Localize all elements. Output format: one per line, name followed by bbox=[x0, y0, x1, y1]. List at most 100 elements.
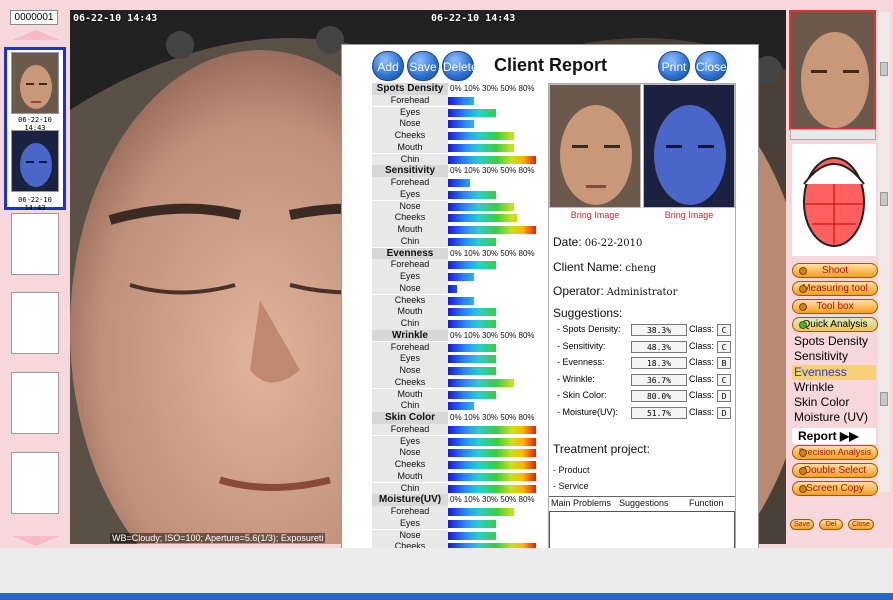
mini-close-button[interactable]: Close bbox=[848, 519, 874, 530]
metric-level-bar bbox=[448, 508, 514, 516]
print-button[interactable]: Print bbox=[658, 51, 690, 81]
metric-region-row: Forehead bbox=[372, 259, 548, 271]
mini-delete-button[interactable]: Del bbox=[819, 519, 843, 530]
metric-region-row: Forehead bbox=[372, 506, 548, 518]
precision-analysis-button[interactable]: Precision Analysis bbox=[792, 445, 878, 460]
image-counter: 0000001 bbox=[10, 10, 58, 25]
metric-level-bar bbox=[448, 519, 496, 528]
metric-region-label: Nose bbox=[372, 529, 448, 542]
suggestion-value-field[interactable]: 38.3% bbox=[631, 324, 687, 336]
selected-thumbnail-group[interactable]: 06-22-10 14:43 06-22-10 14:43 bbox=[4, 47, 66, 212]
screen-copy-button[interactable]: Screen Copy bbox=[792, 481, 878, 496]
measuring-tool-button[interactable]: Measuring tool bbox=[792, 281, 878, 296]
metric-item-evenness[interactable]: Evenness bbox=[792, 365, 876, 380]
delete-button[interactable]: Delete bbox=[442, 51, 478, 81]
metric-region-label: Nose bbox=[372, 282, 448, 295]
thumbnail-normal-photo[interactable] bbox=[11, 52, 59, 114]
save-button[interactable]: Save bbox=[407, 51, 439, 81]
preview-scrollbar[interactable] bbox=[790, 129, 876, 140]
empty-thumbnail-slot[interactable] bbox=[11, 213, 59, 275]
skin-analyzer-window: 0000001 06-22-10 14:43 06-22-10 14:43 06… bbox=[0, 0, 893, 600]
suggestion-label: - Moisture(UV): bbox=[557, 406, 619, 417]
metric-scale-label: 0% 10% 30% 50% 80% bbox=[450, 330, 535, 340]
metric-region-label: Cheeks bbox=[372, 376, 448, 389]
metric-region-label: Nose bbox=[372, 118, 448, 130]
scroll-up-arrow-icon[interactable] bbox=[12, 30, 60, 40]
metric-level-bar bbox=[448, 355, 496, 364]
class-value-field[interactable]: C bbox=[717, 340, 731, 353]
dot-icon bbox=[799, 485, 807, 493]
metric-level-bar bbox=[448, 96, 474, 105]
metric-region-label: Eyes bbox=[372, 271, 448, 283]
metric-level-bar bbox=[448, 449, 536, 458]
treatment-heading: Treatment project: bbox=[553, 442, 650, 456]
scroll-thumb[interactable] bbox=[880, 392, 888, 406]
right-scrollbar[interactable] bbox=[878, 12, 890, 492]
metric-item-spots-density[interactable]: Spots Density bbox=[792, 334, 876, 349]
metric-category-header: Wrinkle 0% 10% 30% 50% 80% bbox=[372, 329, 548, 342]
preview-snapshot[interactable] bbox=[789, 10, 876, 130]
metric-level-bar bbox=[448, 190, 496, 199]
metric-item-skin-color[interactable]: Skin Color bbox=[792, 395, 876, 410]
bring-image-right-link[interactable]: Bring Image bbox=[643, 210, 735, 220]
bring-image-left-link[interactable]: Bring Image bbox=[549, 210, 641, 220]
metric-region-row: Nose bbox=[372, 282, 548, 295]
metric-item-wrinkle[interactable]: Wrinkle bbox=[792, 380, 876, 395]
metric-region-label: Mouth bbox=[372, 388, 448, 401]
metric-region-row: Eyes bbox=[372, 188, 548, 201]
metric-region-label: Chin bbox=[372, 482, 448, 495]
metric-level-bar bbox=[448, 484, 536, 493]
report-button[interactable]: Report ▶▶ bbox=[792, 428, 876, 444]
metric-region-row: Chin bbox=[372, 400, 548, 412]
metric-level-bar bbox=[448, 320, 496, 328]
scroll-thumb[interactable] bbox=[880, 62, 888, 76]
dot-icon bbox=[799, 467, 807, 475]
suggestion-value-field[interactable]: 80.0% bbox=[631, 390, 687, 402]
suggestion-label: - Spots Density: bbox=[557, 324, 621, 334]
face-map[interactable] bbox=[792, 144, 876, 256]
close-button[interactable]: Close bbox=[695, 51, 727, 81]
empty-thumbnail-slot[interactable] bbox=[11, 372, 59, 434]
mini-save-button[interactable]: Save bbox=[790, 519, 814, 530]
add-button[interactable]: Add bbox=[372, 51, 404, 81]
operator-value[interactable]: Administrator bbox=[607, 287, 678, 298]
class-value-field[interactable]: C bbox=[717, 324, 731, 336]
suggestion-value-field[interactable]: 51.7% bbox=[631, 406, 687, 419]
metric-level-bar bbox=[448, 120, 474, 129]
metric-scale-label: 0% 10% 30% 50% 80% bbox=[450, 166, 535, 176]
double-select-button[interactable]: Double Select bbox=[792, 463, 878, 478]
metric-region-row: Forehead bbox=[372, 94, 548, 107]
thumbnail-uv-photo[interactable] bbox=[11, 130, 59, 192]
metric-region-row: Chin bbox=[372, 235, 548, 248]
scroll-down-arrow-icon[interactable] bbox=[12, 536, 60, 546]
metric-region-row: Cheeks bbox=[372, 294, 548, 307]
class-value-field[interactable]: D bbox=[717, 406, 731, 419]
tool-box-button[interactable]: Tool box bbox=[792, 299, 878, 314]
client-name-value[interactable]: cheng bbox=[625, 263, 656, 274]
metric-level-bar bbox=[448, 214, 517, 223]
metric-region-label: Forehead bbox=[372, 259, 448, 271]
class-value-field[interactable]: D bbox=[717, 390, 731, 402]
metric-region-label: Mouth bbox=[372, 306, 448, 318]
metric-item-sensitivity[interactable]: Sensitivity bbox=[792, 349, 876, 364]
suggestion-value-field[interactable]: 36.7% bbox=[631, 373, 687, 386]
metric-region-label: Forehead bbox=[372, 94, 448, 107]
quick-analysis-button[interactable]: Quick Analysis bbox=[792, 317, 878, 332]
metric-region-row: Eyes bbox=[372, 517, 548, 530]
class-value-field[interactable]: B bbox=[717, 357, 731, 369]
metric-region-row: Nose bbox=[372, 118, 548, 130]
metric-region-row: Nose bbox=[372, 200, 548, 213]
metric-region-label: Eyes bbox=[372, 353, 448, 365]
taskbar-strip bbox=[0, 593, 893, 600]
empty-thumbnail-slot[interactable] bbox=[11, 292, 59, 354]
shoot-button[interactable]: Shoot bbox=[792, 263, 878, 278]
class-value-field[interactable]: C bbox=[717, 373, 731, 386]
suggestion-value-field[interactable]: 48.3% bbox=[631, 340, 687, 353]
metric-item-moisture[interactable]: Moisture (UV) bbox=[792, 410, 876, 425]
scroll-thumb[interactable] bbox=[880, 192, 888, 206]
metric-category-header: Skin Color 0% 10% 30% 50% 80% bbox=[372, 412, 548, 424]
suggestion-value-field[interactable]: 18.3% bbox=[631, 357, 687, 369]
metric-level-bar bbox=[448, 472, 536, 481]
empty-thumbnail-slot[interactable] bbox=[11, 452, 59, 514]
metric-region-row: Nose bbox=[372, 529, 548, 542]
